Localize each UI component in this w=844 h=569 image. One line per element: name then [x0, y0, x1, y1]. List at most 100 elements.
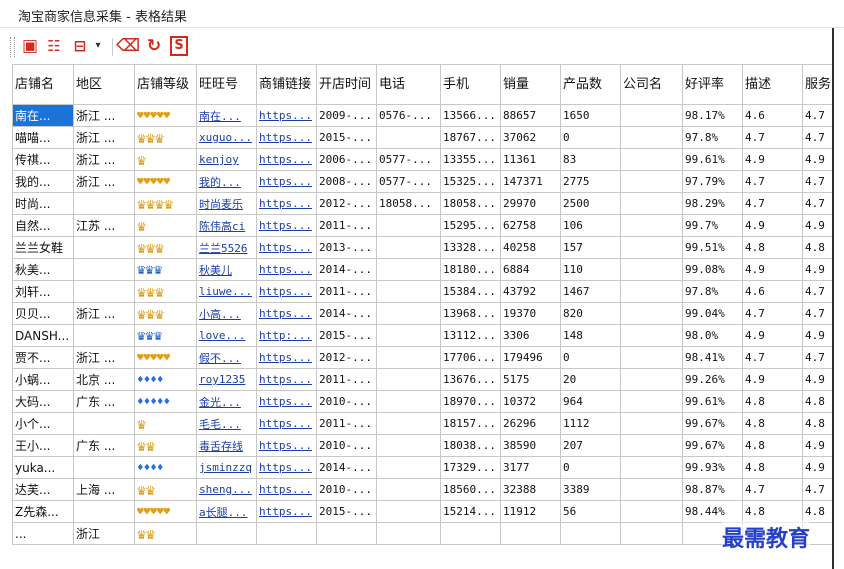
cell-rank[interactable]: ♥♥♥♥♥ [134, 346, 197, 369]
cell-serv[interactable]: 4.7 [802, 346, 832, 369]
cell-products[interactable]: 1467 [560, 280, 621, 303]
shop-url-link[interactable]: https... [259, 197, 312, 210]
cell-region[interactable] [73, 280, 135, 303]
cell-rank[interactable]: ♛♛ [134, 478, 197, 501]
cell-tel[interactable]: 0577-... [376, 148, 441, 171]
cell-serv[interactable]: 4.7 [802, 104, 832, 127]
cell-rate[interactable]: 99.61% [682, 148, 743, 171]
cell-rank[interactable]: ♥♥♥♥♥ [134, 170, 197, 193]
cell-tel[interactable]: 0577-... [376, 170, 441, 193]
cell-sales[interactable]: 179496 [500, 346, 561, 369]
wangwang-link[interactable]: 兰兰5526 [199, 242, 248, 255]
cell-rank[interactable]: ♛ [134, 412, 197, 435]
cell-mobile[interactable]: 17706... [440, 346, 501, 369]
cell-company[interactable] [620, 368, 683, 391]
cell-open[interactable]: 2015-... [316, 324, 377, 347]
cell-serv[interactable]: 4.7 [802, 192, 832, 215]
column-header[interactable]: 商铺链接 [256, 64, 317, 105]
cell-link[interactable]: https... [256, 368, 317, 391]
table-row[interactable]: 南在... 浙江 ... ♥♥♥♥♥ 南在... https... 2009-... 057… [12, 104, 832, 127]
shop-url-link[interactable]: https... [259, 483, 312, 496]
shop-url-link[interactable]: https... [259, 439, 312, 452]
cell-open[interactable]: 2015-... [316, 500, 377, 523]
cell-shop[interactable]: 喵喵... [12, 126, 74, 149]
cell-mobile[interactable]: 18970... [440, 390, 501, 413]
cell-region[interactable]: 浙江 ... [73, 126, 135, 149]
shop-url-link[interactable]: https... [259, 153, 312, 166]
cell-products[interactable]: 56 [560, 500, 621, 523]
cell-desc[interactable]: 4.9 [742, 258, 803, 281]
cell-tel[interactable] [376, 478, 441, 501]
wangwang-link[interactable]: a长腿... [199, 506, 248, 519]
cell-mobile[interactable]: 15325... [440, 170, 501, 193]
table-row[interactable]: DANSH... ♛♛♛ love... http:... 2015-... 13112.… [12, 324, 832, 347]
cell-products[interactable]: 110 [560, 258, 621, 281]
cell-rate[interactable]: 99.51% [682, 236, 743, 259]
cell-rate[interactable]: 99.08% [682, 258, 743, 281]
column-header[interactable]: 描述 [742, 64, 803, 105]
column-header[interactable]: 服务 [802, 64, 832, 105]
cell-link[interactable]: https... [256, 302, 317, 325]
cell-region[interactable]: 江苏 ... [73, 214, 135, 237]
wangwang-link[interactable]: 时尚麦乐 [199, 198, 243, 211]
shop-url-link[interactable]: https... [259, 241, 312, 254]
cell-products[interactable]: 0 [560, 126, 621, 149]
cell-rank[interactable]: ♛♛♛ [134, 280, 197, 303]
results-grid[interactable]: 店铺名 地区 店铺等级 旺旺号 商铺链接 开店时间 电话 手机 销量 产品数 公司名 好评率 描述 服务 … [12, 64, 832, 569]
cell-sales[interactable]: 32388 [500, 478, 561, 501]
column-header[interactable]: 公司名 [620, 64, 683, 105]
cell-sales[interactable]: 11361 [500, 148, 561, 171]
table-row[interactable]: 刘轩... ♛♛♛ liuwe... https... 2011-... 15384...… [12, 280, 832, 303]
cell-link[interactable]: https... [256, 192, 317, 215]
table-row[interactable]: 大码... 广东 ... ♦♦♦♦♦ 金光... https... 2010-... 189… [12, 390, 832, 413]
wangwang-link[interactable]: 假不... [199, 352, 241, 365]
cell-ww[interactable]: love... [196, 324, 257, 347]
shop-url-link[interactable]: https... [259, 109, 312, 122]
cell-link[interactable]: https... [256, 346, 317, 369]
cell-desc[interactable]: 4.9 [742, 148, 803, 171]
cell-tel[interactable] [376, 522, 441, 545]
cell-products[interactable]: 1112 [560, 412, 621, 435]
cell-ww[interactable]: 陈伟高ci [196, 214, 257, 237]
cell-company[interactable] [620, 456, 683, 479]
cell-region[interactable]: 浙江 ... [73, 170, 135, 193]
cell-open[interactable]: 2008-... [316, 170, 377, 193]
cell-region[interactable]: 广东 ... [73, 434, 135, 457]
wangwang-link[interactable]: 毛毛... [199, 418, 241, 431]
table-row[interactable]: 时尚... ♛♛♛♛ 时尚麦乐 https... 2012-... 18058... 180… [12, 192, 832, 215]
cell-shop[interactable]: 兰兰女鞋 [12, 236, 74, 259]
cell-tel[interactable] [376, 126, 441, 149]
table-row[interactable]: ... 浙江 ♛♛ [12, 522, 832, 545]
cell-rank[interactable]: ♛♛♛ [134, 126, 197, 149]
cell-rank[interactable]: ♛♛ [134, 434, 197, 457]
cell-ww[interactable]: liuwe... [196, 280, 257, 303]
cell-open[interactable]: 2012-... [316, 192, 377, 215]
cell-products[interactable]: 820 [560, 302, 621, 325]
cell-desc[interactable]: 4.7 [742, 126, 803, 149]
cell-mobile[interactable]: 13566... [440, 104, 501, 127]
cell-tel[interactable] [376, 500, 441, 523]
cell-sales[interactable]: 88657 [500, 104, 561, 127]
cell-open[interactable]: 2010-... [316, 478, 377, 501]
cell-shop[interactable]: 秋美... [12, 258, 74, 281]
table-row[interactable]: 小蜗... 北京 ... ♦♦♦♦ roy1235 https... 2011-... 13… [12, 368, 832, 391]
cell-company[interactable] [620, 214, 683, 237]
cell-mobile[interactable]: 18767... [440, 126, 501, 149]
wangwang-link[interactable]: jsminzzq [199, 461, 252, 474]
wangwang-link[interactable]: sheng... [199, 483, 252, 496]
cell-sales[interactable]: 3177 [500, 456, 561, 479]
toolbar-grip[interactable] [10, 37, 15, 57]
wangwang-link[interactable]: 我的... [199, 176, 241, 189]
cell-shop[interactable]: 贾不... [12, 346, 74, 369]
cell-rank[interactable]: ♛♛♛ [134, 302, 197, 325]
cell-company[interactable] [620, 258, 683, 281]
cell-products[interactable]: 157 [560, 236, 621, 259]
cell-mobile[interactable]: 13968... [440, 302, 501, 325]
cell-serv[interactable]: 4.9 [802, 456, 832, 479]
wangwang-link[interactable]: 秋美儿 [199, 264, 232, 277]
cell-serv[interactable]: 4.7 [802, 126, 832, 149]
cell-products[interactable]: 2500 [560, 192, 621, 215]
cell-sales[interactable]: 62758 [500, 214, 561, 237]
cell-link[interactable]: https... [256, 236, 317, 259]
wangwang-link[interactable]: 毒舌存线 [199, 440, 243, 453]
